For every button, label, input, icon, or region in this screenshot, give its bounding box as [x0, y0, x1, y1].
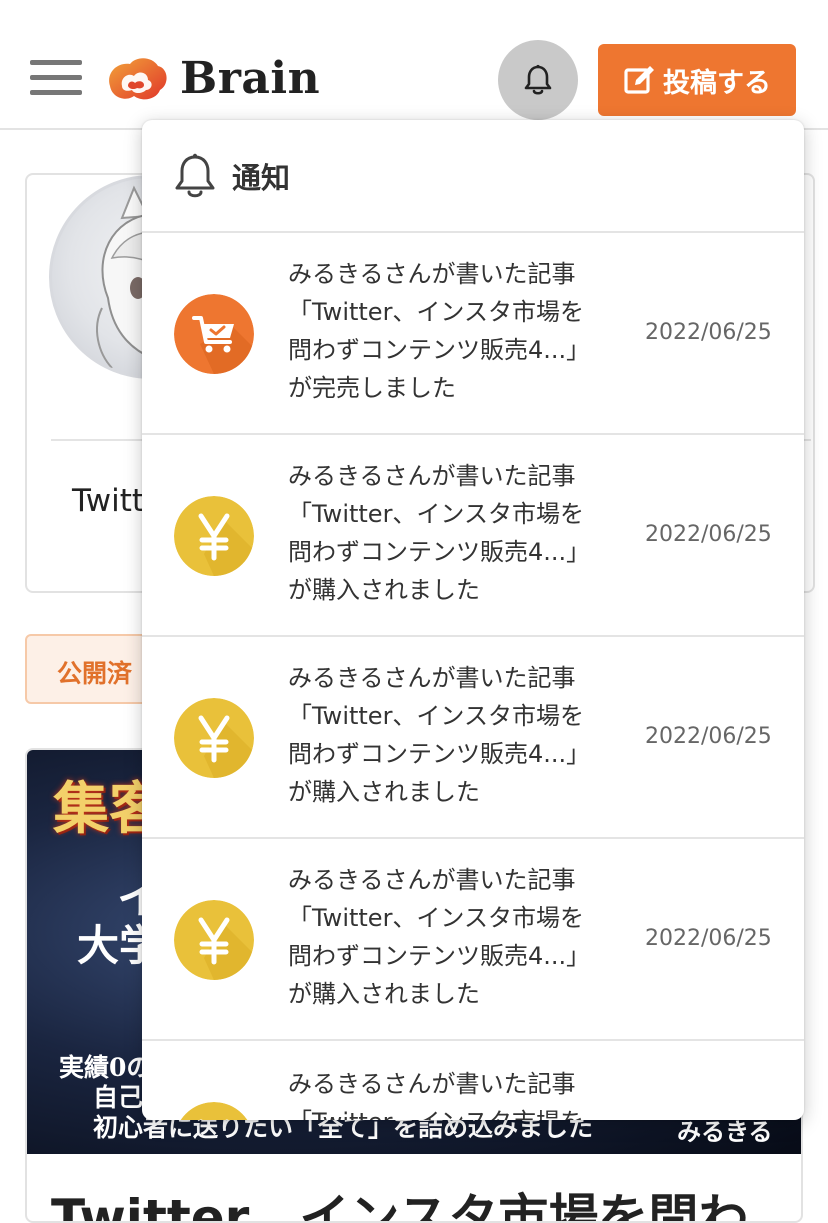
message-line: みるきるさんが書いた記事	[288, 462, 576, 490]
notification-bell-button[interactable]	[498, 40, 578, 120]
notification-message: みるきるさんが書いた記事 「Twitter、インスタ市場を 問わずコンテンツ販売…	[288, 861, 628, 1013]
message-line: が完売しました	[288, 374, 456, 402]
notification-header: 通知	[142, 120, 804, 233]
message-line: 「Twitter、インスタ市場を	[288, 1103, 628, 1120]
article-title[interactable]: Twitter、インスタ市場を問わ	[51, 1178, 748, 1221]
message-line: 問わずコンテンツ販売4...」	[288, 740, 591, 768]
notification-date: 2022/06/25	[645, 522, 772, 547]
bell-outline-icon	[175, 153, 215, 197]
message-line: みるきるさんが書いた記事	[288, 664, 576, 692]
message-line: みるきるさんが書いた記事	[288, 866, 576, 894]
notification-message: みるきるさんが書いた記事 「Twitter、インスタ市場を 問わずコンテンツ販売…	[288, 255, 628, 407]
post-button-label: 投稿する	[663, 67, 771, 99]
message-line: 問わずコンテンツ販売4...」	[288, 336, 591, 364]
notification-date: 2022/06/25	[645, 320, 772, 345]
notification-dropdown: 通知 みるきるさんが書いた記事 「Twitter、インスタ市場を 問わずコンテン…	[142, 120, 804, 1120]
message-line: 「Twitter、インスタ市場を	[288, 500, 584, 528]
yen-icon	[174, 900, 254, 980]
message-line: みるきるさんが書いた記事	[288, 260, 576, 288]
app-header: Brain 投稿する	[0, 0, 828, 130]
cart-check-icon	[174, 294, 254, 374]
yen-icon	[174, 1102, 254, 1120]
notification-date: 2022/06/25	[645, 926, 772, 951]
notification-item[interactable]: みるきるさんが書いた記事 「Twitter、インスタ市場を 問わずコンテンツ販売…	[142, 839, 804, 1041]
brain-logo-mark	[104, 56, 168, 102]
notification-title: 通知	[232, 160, 291, 195]
message-line: 「Twitter、インスタ市場を	[288, 904, 584, 932]
message-line: 「Twitter、インスタ市場を	[288, 298, 584, 326]
notification-item[interactable]: みるきるさんが書いた記事 「Twitter、インスタ市場を 問わずコンテンツ販売…	[142, 233, 804, 435]
yen-icon	[174, 496, 254, 576]
notification-item[interactable]: みるきるさんが書いた記事 「Twitter、インスタ市場を	[142, 1041, 804, 1120]
yen-icon	[174, 698, 254, 778]
notification-message: みるきるさんが書いた記事 「Twitter、インスタ市場を 問わずコンテンツ販売…	[288, 659, 628, 811]
post-button[interactable]: 投稿する	[598, 44, 796, 116]
message-line: みるきるさんが書いた記事	[288, 1070, 576, 1098]
brain-logo[interactable]: Brain	[104, 55, 320, 103]
notification-date: 2022/06/25	[645, 724, 772, 749]
profile-name: Twitt	[72, 483, 145, 519]
message-line: が購入されました	[288, 980, 480, 1008]
logo-text: Brain	[180, 53, 321, 104]
notification-message: みるきるさんが書いた記事 「Twitter、インスタ市場を 問わずコンテンツ販売…	[288, 457, 628, 609]
notification-message: みるきるさんが書いた記事 「Twitter、インスタ市場を	[288, 1065, 628, 1120]
message-line: 問わずコンテンツ販売4...」	[288, 538, 591, 566]
message-line: が購入されました	[288, 778, 480, 806]
message-line: 「Twitter、インスタ市場を	[288, 702, 584, 730]
message-line: が購入されました	[288, 576, 480, 604]
notification-item[interactable]: みるきるさんが書いた記事 「Twitter、インスタ市場を 問わずコンテンツ販売…	[142, 435, 804, 637]
bell-icon	[524, 64, 552, 95]
message-line: 問わずコンテンツ販売4...」	[288, 942, 591, 970]
edit-icon	[624, 66, 654, 94]
menu-icon[interactable]	[30, 60, 82, 96]
notification-item[interactable]: みるきるさんが書いた記事 「Twitter、インスタ市場を 問わずコンテンツ販売…	[142, 637, 804, 839]
